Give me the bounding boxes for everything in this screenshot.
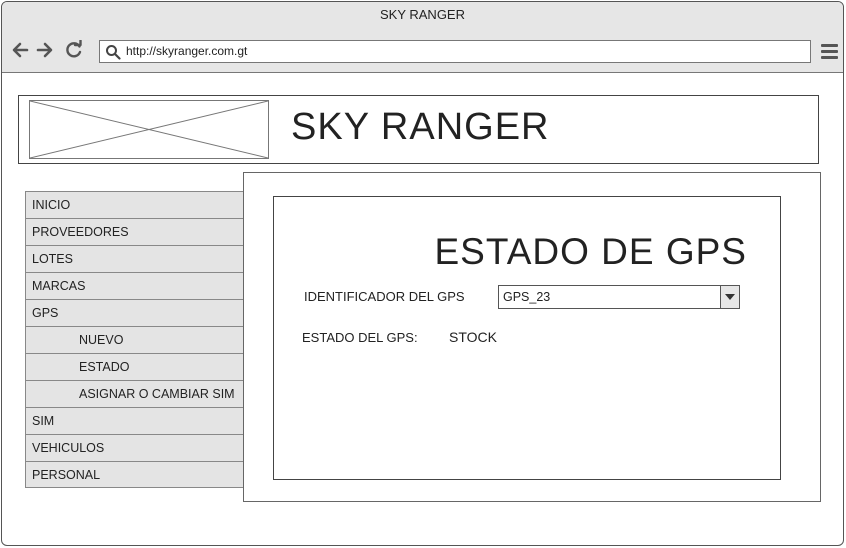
sidebar-subitem-estado[interactable]: ESTADO [25,353,244,380]
gps-id-label: IDENTIFICADOR DEL GPS [304,289,465,304]
back-arrow-icon[interactable] [10,40,30,60]
gps-status-panel: ESTADO DE GPS IDENTIFICADOR DEL GPS GPS_… [273,196,781,480]
sidebar-item-lotes[interactable]: LOTES [25,245,244,272]
sidebar-item-marcas[interactable]: MARCAS [25,272,244,299]
site-header: SKY RANGER [18,95,819,164]
sidebar-item-sim[interactable]: SIM [25,407,244,434]
sidebar-subitem-asignar-sim[interactable]: ASIGNAR O CAMBIAR SIM [25,380,244,407]
sidebar-item-gps[interactable]: GPS [25,299,244,326]
sidebar-subitem-nuevo[interactable]: NUEVO [25,326,244,353]
browser-toolbar: http://skyranger.com.gt [2,30,843,73]
gps-status-value: STOCK [449,329,497,345]
page-title: ESTADO DE GPS [434,231,747,272]
site-brand: SKY RANGER [291,106,550,148]
sidebar-nav: INICIO PROVEEDORES LOTES MARCAS GPS NUEV… [25,191,244,488]
gps-id-selected-value: GPS_23 [503,290,551,304]
sidebar-item-proveedores[interactable]: PROVEEDORES [25,218,244,245]
address-bar[interactable]: http://skyranger.com.gt [99,40,811,63]
search-icon [105,44,121,67]
browser-window: SKY RANGER http://skyranger.com.gt SKY R… [1,1,844,546]
window-titlebar: SKY RANGER [2,2,843,31]
address-bar-url: http://skyranger.com.gt [126,44,248,58]
content-area: ESTADO DE GPS IDENTIFICADOR DEL GPS GPS_… [243,172,821,502]
reload-icon[interactable] [64,39,84,60]
sidebar-item-personal[interactable]: PERSONAL [25,461,244,488]
hamburger-menu-icon[interactable] [821,44,838,60]
forward-arrow-icon[interactable] [35,40,55,60]
gps-id-select[interactable]: GPS_23 [498,285,740,309]
gps-status-label: ESTADO DEL GPS: [302,330,418,345]
sidebar-item-inicio[interactable]: INICIO [25,191,244,218]
logo-placeholder [29,100,269,159]
dropdown-arrow-icon[interactable] [720,286,739,308]
window-title: SKY RANGER [379,7,465,22]
sidebar-item-vehiculos[interactable]: VEHICULOS [25,434,244,461]
